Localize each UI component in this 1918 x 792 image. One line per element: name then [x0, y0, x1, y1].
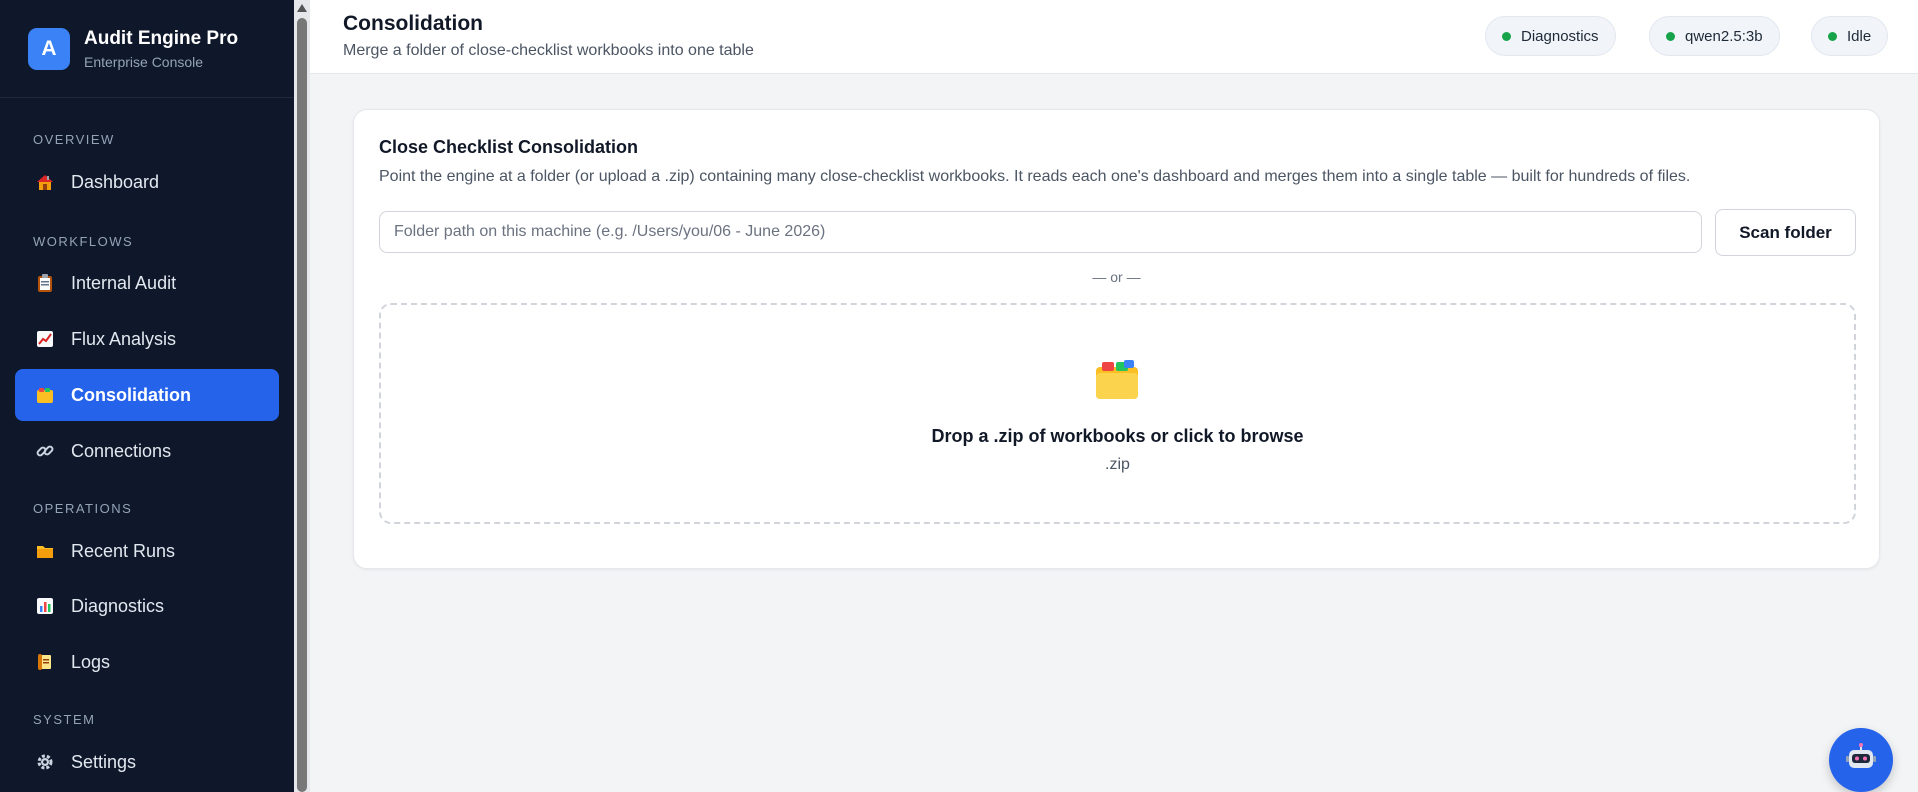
- sidebar-item-label: Internal Audit: [71, 272, 177, 293]
- card-index-dividers-icon: [34, 384, 56, 406]
- brand-subtitle: Enterprise Console: [84, 53, 204, 70]
- folder-path-input[interactable]: [379, 211, 1702, 253]
- status-dot-icon: [1666, 31, 1675, 41]
- sidebar-item-label: Dashboard: [71, 171, 160, 192]
- scroll-icon: [34, 651, 56, 673]
- dropzone-label: Drop a .zip of workbooks or click to bro…: [931, 426, 1304, 446]
- status-pill-label: qwen2.5:3b: [1685, 27, 1763, 45]
- page-header: Consolidation Merge a folder of close-ch…: [310, 0, 1918, 74]
- sidebar-item-label: Consolidation: [71, 384, 191, 405]
- house-icon: [34, 171, 56, 193]
- page-title: Consolidation: [343, 12, 483, 35]
- card-index-dividers-icon: [1094, 359, 1140, 401]
- bar-chart-icon: [34, 595, 56, 617]
- sidebar-item-label: Recent Runs: [71, 540, 176, 561]
- consolidation-card: Close Checklist Consolidation Point the …: [353, 109, 1880, 569]
- scroll-thumb[interactable]: [297, 18, 307, 792]
- or-divider: — or —: [1092, 269, 1141, 285]
- status-pill-label: Idle: [1847, 27, 1872, 45]
- sidebar-item-label: Connections: [71, 440, 172, 461]
- status-pill-label: Diagnostics: [1521, 27, 1599, 45]
- nav-section-system: SYSTEM: [33, 712, 96, 727]
- sidebar-item-flux-analysis[interactable]: Flux Analysis: [15, 313, 279, 365]
- status-pill-state[interactable]: Idle: [1811, 16, 1889, 56]
- status-dot-icon: [1828, 31, 1837, 41]
- folder-icon: [34, 540, 56, 562]
- sidebar-item-label: Diagnostics: [71, 595, 165, 616]
- card-title: Close Checklist Consolidation: [379, 137, 639, 157]
- status-pill-model[interactable]: qwen2.5:3b: [1649, 16, 1780, 56]
- brand: A Audit Engine Pro Enterprise Console: [0, 0, 294, 98]
- chart-increasing-icon: [34, 328, 56, 350]
- sidebar: A Audit Engine Pro Enterprise Console OV…: [0, 0, 294, 792]
- sidebar-item-dashboard[interactable]: Dashboard: [15, 156, 279, 208]
- zip-dropzone[interactable]: Drop a .zip of workbooks or click to bro…: [379, 303, 1856, 524]
- status-dot-icon: [1502, 31, 1511, 41]
- page-subtitle: Merge a folder of close-checklist workbo…: [343, 42, 754, 59]
- sidebar-item-internal-audit[interactable]: Internal Audit: [15, 257, 279, 309]
- nav-section-workflows: WORKFLOWS: [33, 234, 134, 249]
- card-description: Point the engine at a folder (or upload …: [379, 168, 1691, 185]
- sidebar-item-settings[interactable]: Settings: [15, 736, 279, 788]
- sidebar-item-label: Flux Analysis: [71, 328, 177, 349]
- dropzone-hint: .zip: [1105, 456, 1130, 473]
- gear-icon: [34, 751, 56, 773]
- brand-logo: A: [28, 27, 70, 70]
- assistant-button[interactable]: [1829, 728, 1893, 792]
- link-icon: [34, 440, 56, 462]
- sidebar-scrollbar[interactable]: [294, 0, 310, 792]
- scroll-up-arrow-icon[interactable]: [297, 4, 307, 12]
- sidebar-item-recent-runs[interactable]: Recent Runs: [15, 525, 279, 577]
- nav-section-overview: OVERVIEW: [33, 132, 115, 147]
- robot-icon: [1845, 742, 1877, 779]
- sidebar-item-label: Settings: [71, 751, 137, 772]
- nav-section-operations: OPERATIONS: [33, 501, 133, 516]
- clipboard-icon: [34, 272, 56, 294]
- sidebar-item-label: Logs: [71, 651, 111, 672]
- sidebar-item-diagnostics[interactable]: Diagnostics: [15, 580, 279, 632]
- scan-folder-button[interactable]: Scan folder: [1715, 209, 1856, 256]
- sidebar-item-connections[interactable]: Connections: [15, 425, 279, 477]
- sidebar-item-consolidation[interactable]: Consolidation: [15, 369, 279, 421]
- status-pill-diagnostics[interactable]: Diagnostics: [1485, 16, 1616, 56]
- brand-title: Audit Engine Pro: [84, 27, 239, 49]
- sidebar-item-logs[interactable]: Logs: [15, 636, 279, 688]
